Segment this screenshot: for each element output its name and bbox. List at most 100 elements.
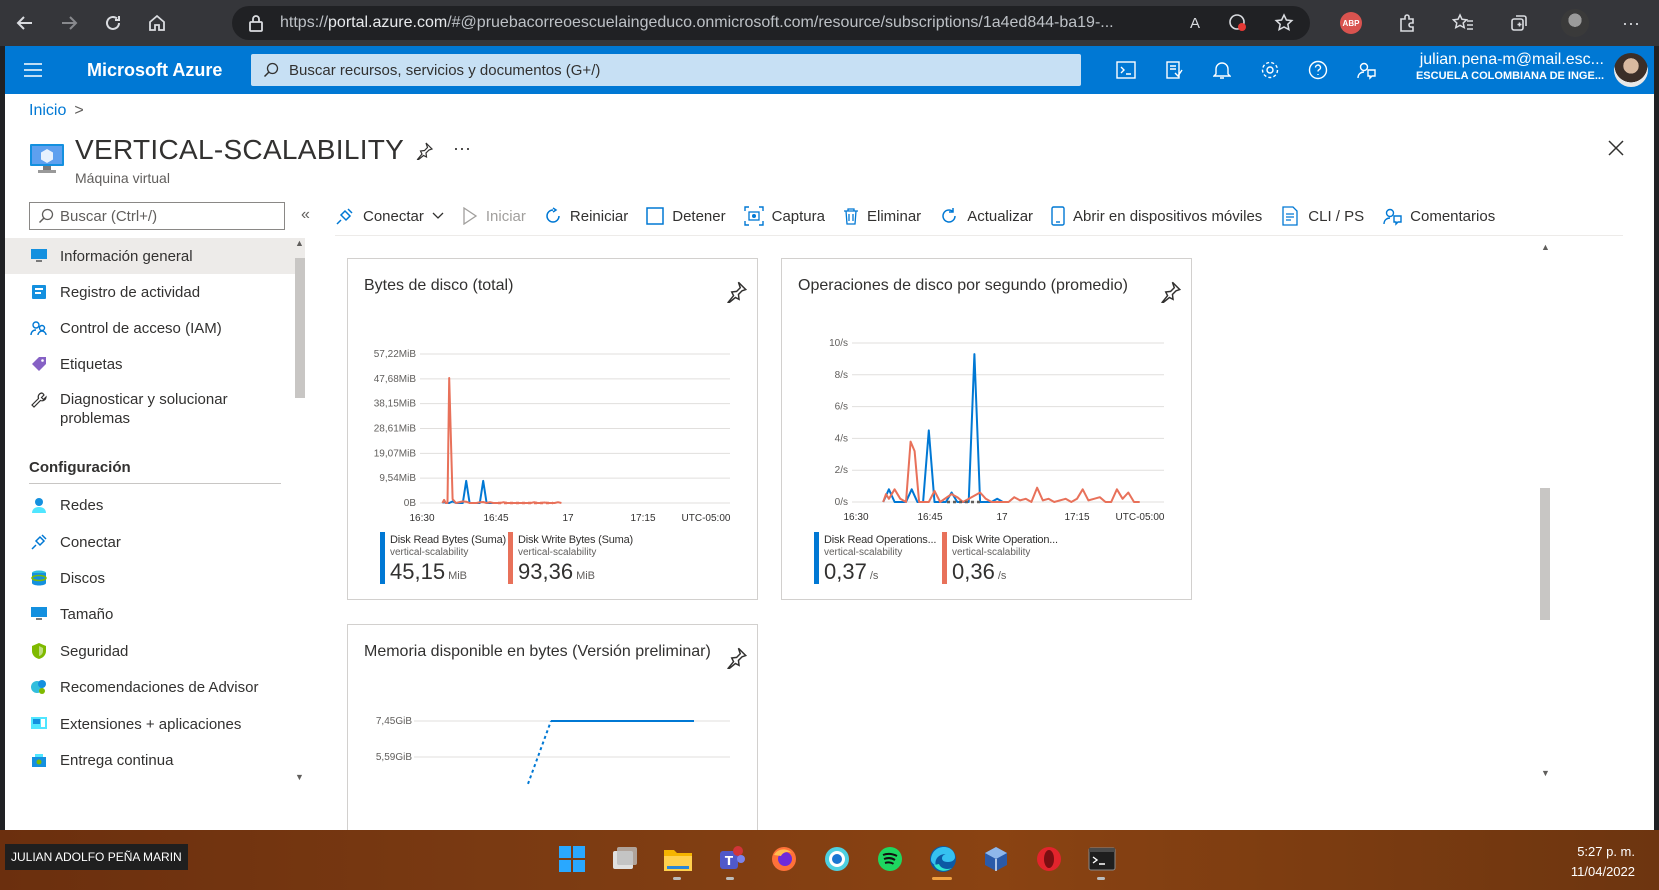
settings-button[interactable] [1246, 46, 1294, 94]
chart-tile-disk-bytes[interactable]: Bytes de disco (total) 57,22MiB 47,68MiB 3… [347, 258, 758, 600]
notifications-button[interactable] [1198, 46, 1246, 94]
tracking-icon[interactable] [1228, 13, 1248, 33]
menu-item-diagnose[interactable]: Diagnosticar y solucionar problemas [5, 382, 305, 432]
forward-button[interactable] [50, 4, 88, 42]
reload-button[interactable] [94, 4, 132, 42]
breadcrumb-home-link[interactable]: Inicio [29, 102, 66, 119]
refresh-label: Actualizar [967, 207, 1034, 225]
chrome-icon[interactable] [810, 836, 863, 882]
legend-series-resource: vertical-scalability [390, 547, 469, 558]
global-search-placeholder: Buscar recursos, servicios y documentos … [289, 61, 601, 79]
legend-series-unit: /s [869, 570, 879, 582]
open-mobile-button[interactable]: Abrir en dispositivos móviles [1051, 206, 1262, 226]
account-avatar[interactable] [1614, 53, 1648, 87]
script-icon [1282, 206, 1298, 226]
puzzle-icon [1400, 14, 1414, 32]
y-tick-label: 9,54MiB [379, 473, 416, 484]
search-icon [263, 62, 279, 78]
menu-scroll-thumb[interactable] [295, 258, 305, 398]
adblock-extension[interactable]: ABP [1323, 0, 1379, 46]
menu-item-tags[interactable]: Etiquetas [5, 346, 305, 382]
firefox-icon[interactable] [757, 836, 810, 882]
adblock-icon: ABP [1340, 12, 1362, 34]
chart-tile-disk-operations[interactable]: Operaciones de disco por segundo (promed… [781, 258, 1192, 600]
taskbar-user-label: JULIAN ADOLFO PEÑA MARIN [5, 844, 188, 870]
menu-item-label: Control de acceso (IAM) [60, 319, 222, 337]
refresh-button[interactable]: Actualizar [939, 206, 1033, 226]
windows-start-icon[interactable] [545, 836, 598, 882]
pin-icon[interactable] [415, 142, 433, 160]
collections-button[interactable] [1491, 0, 1547, 46]
extensions-button[interactable] [1379, 0, 1435, 46]
x-tick-label: UTC-05:00 [682, 513, 731, 524]
hamburger-icon [24, 63, 42, 77]
directory-filter-button[interactable] [1150, 46, 1198, 94]
menu-item-advisor[interactable]: Recomendaciones de Advisor [5, 669, 305, 705]
menu-item-overview[interactable]: Información general [5, 238, 305, 274]
teams-icon[interactable]: T [704, 836, 757, 882]
delete-button[interactable]: Eliminar [843, 207, 921, 225]
global-search-input[interactable]: Buscar recursos, servicios y documentos … [251, 54, 1081, 86]
profile-button[interactable] [1547, 0, 1603, 46]
plug-icon [336, 208, 353, 225]
menu-item-networking[interactable]: Redes [5, 487, 305, 523]
more-options-button[interactable]: ··· [453, 138, 471, 159]
feedback-button[interactable] [1342, 46, 1390, 94]
task-view-icon[interactable] [598, 836, 651, 882]
edge-icon[interactable] [916, 836, 969, 882]
file-explorer-icon[interactable] [651, 836, 704, 882]
close-icon[interactable] [1608, 140, 1624, 156]
menu-item-iam[interactable]: Control de acceso (IAM) [5, 310, 305, 346]
virtualbox-icon[interactable] [969, 836, 1022, 882]
portal-menu-button[interactable] [5, 46, 61, 94]
content-scrollbar[interactable]: ▲ ▼ [1537, 238, 1553, 830]
favorites-icon [1452, 13, 1473, 30]
azure-brand[interactable]: Microsoft Azure [87, 60, 252, 81]
favorite-add-icon[interactable] [1274, 13, 1294, 33]
menu-item-label: Extensiones + aplicaciones [60, 715, 242, 733]
spotify-icon[interactable] [863, 836, 916, 882]
menu-item-activity-log[interactable]: Registro de actividad [5, 274, 305, 310]
terminal-icon[interactable] [1075, 836, 1128, 882]
cloud-shell-button[interactable] [1102, 46, 1150, 94]
menu-item-label: Conectar [60, 533, 121, 551]
address-bar[interactable]: https://portal.azure.com/#@pruebacorreoe… [232, 6, 1310, 40]
x-tick-label: 17:15 [630, 513, 655, 524]
scroll-down-icon[interactable]: ▼ [1541, 768, 1550, 778]
browser-menu-button[interactable]: ··· [1603, 0, 1659, 46]
menu-item-extensions[interactable]: Extensiones + aplicaciones [5, 706, 305, 742]
legend-series-value: 0,36 [952, 559, 995, 584]
content-scroll-thumb[interactable] [1540, 488, 1550, 620]
start-button[interactable]: Iniciar [462, 207, 526, 225]
legend-series-unit: MiB [576, 570, 596, 582]
menu-scrollbar[interactable]: ▲ ▼ [293, 238, 307, 784]
menu-item-security[interactable]: Seguridad [5, 633, 305, 669]
stop-button[interactable]: Detener [646, 207, 726, 225]
scroll-up-icon[interactable]: ▲ [295, 238, 304, 248]
read-aloud-icon[interactable]: A [1190, 15, 1200, 32]
account-email: julian.pena-m@mail.esc... [1419, 51, 1604, 68]
menu-item-connect[interactable]: Conectar [5, 524, 305, 560]
taskbar-clock[interactable]: 5:27 p. m. 11/04/2022 [1571, 842, 1635, 882]
favorites-button[interactable] [1435, 0, 1491, 46]
menu-item-size[interactable]: Tamaño [5, 596, 305, 632]
restart-button[interactable]: Reiniciar [544, 207, 628, 225]
menu-search-input[interactable]: Buscar (Ctrl+/) [29, 202, 285, 230]
y-tick-label: 0/s [835, 497, 848, 508]
chart-tile-available-memory[interactable]: Memoria disponible en bytes (Versión pre… [347, 624, 758, 830]
menu-item-continuous-delivery[interactable]: Entrega continua [5, 742, 305, 778]
account-menu[interactable]: julian.pena-m@mail.esc... ESCUELA COLOMB… [1416, 51, 1604, 82]
comments-button[interactable]: Comentarios [1382, 206, 1495, 226]
trash-icon [844, 208, 858, 225]
capture-button[interactable]: Captura [743, 206, 825, 226]
home-button[interactable] [138, 4, 176, 42]
opera-icon[interactable] [1022, 836, 1075, 882]
cli-ps-button[interactable]: CLI / PS [1280, 206, 1364, 226]
collapse-menu-button[interactable]: « [301, 206, 310, 224]
connect-button[interactable]: Conectar [335, 206, 444, 226]
help-button[interactable] [1294, 46, 1342, 94]
back-button[interactable] [6, 4, 44, 42]
scroll-down-icon[interactable]: ▼ [295, 772, 304, 782]
scroll-up-icon[interactable]: ▲ [1541, 242, 1550, 252]
menu-item-disks[interactable]: Discos [5, 560, 305, 596]
